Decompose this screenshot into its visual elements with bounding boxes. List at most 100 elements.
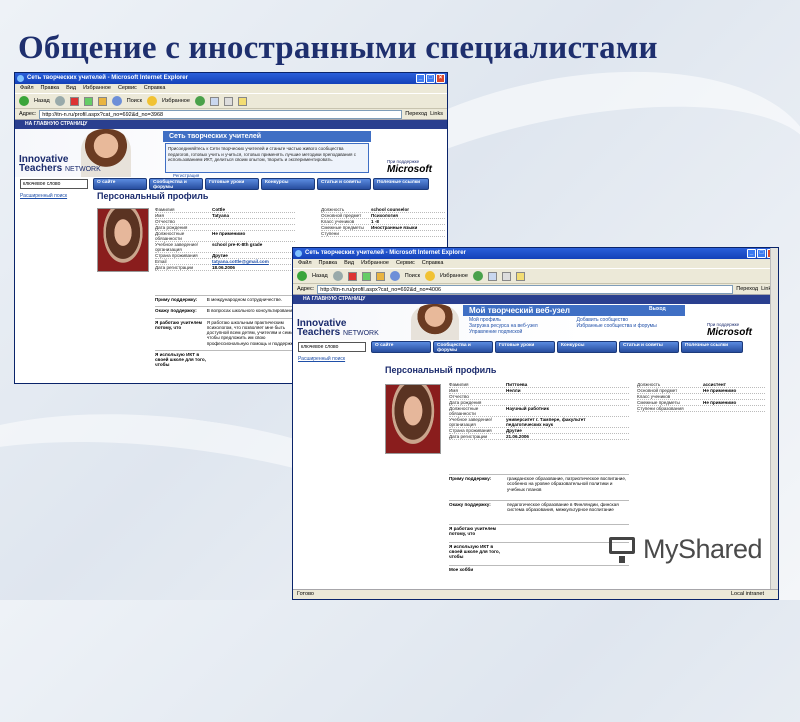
favorite-communities-link[interactable]: Избранные сообщества и форумы xyxy=(577,323,680,329)
search-input[interactable]: ключевое слово xyxy=(20,179,88,189)
menu-edit[interactable]: Правка xyxy=(319,259,338,268)
address-field[interactable]: http://itn-n.ru/profil.aspx?cat_no=692&d… xyxy=(39,109,403,119)
nav-contests[interactable]: Конкурсы xyxy=(261,178,315,190)
search-icon[interactable] xyxy=(111,96,122,106)
back-button[interactable]: Назад xyxy=(34,98,50,104)
home-link[interactable]: НА ГЛАВНУЮ СТРАНИЦУ xyxy=(15,120,447,129)
favorites-button[interactable]: Избранное xyxy=(162,98,190,104)
registration-link[interactable]: Регистрация xyxy=(173,173,199,178)
question-row: Мое хобби xyxy=(449,565,629,572)
nav-links[interactable]: Полезные ссылки xyxy=(373,178,429,190)
menu-tools[interactable]: Сервис xyxy=(118,84,137,93)
links-button[interactable]: Links xyxy=(430,111,443,117)
back-arrow-icon[interactable] xyxy=(297,271,307,281)
close-icon[interactable]: × xyxy=(436,74,445,83)
window-titlebar[interactable]: Сеть творческих учителей - Microsoft Int… xyxy=(293,248,778,259)
print-icon[interactable] xyxy=(223,96,233,106)
scrollbar[interactable] xyxy=(770,248,778,599)
home-icon[interactable] xyxy=(375,271,385,281)
status-text: Готово xyxy=(297,591,314,597)
refresh-icon[interactable] xyxy=(83,96,93,106)
advanced-search-link[interactable]: Расширенный поиск xyxy=(298,356,778,362)
question-row: Приму поддержку: В международном сотрудни… xyxy=(155,295,305,302)
banner-text: Присоединяйтесь к Сети творческих учител… xyxy=(165,143,369,173)
subscription-link[interactable]: Управление подпиской xyxy=(469,329,572,335)
slide-title: Общение с иностранными специалистами xyxy=(18,30,658,66)
stop-icon[interactable] xyxy=(347,271,357,281)
profile-fields: Фамилия Cottle Имя Tatyana Отчество Дата р… xyxy=(155,207,295,271)
go-button[interactable]: Переход xyxy=(405,111,427,117)
menu-tools[interactable]: Сервис xyxy=(396,259,415,268)
search-input[interactable]: ключевое слово xyxy=(298,342,366,352)
mail-icon[interactable] xyxy=(487,271,497,281)
profile-photo xyxy=(97,208,149,272)
refresh-icon[interactable] xyxy=(361,271,371,281)
menu-view[interactable]: Вид xyxy=(344,259,354,268)
nav-contests[interactable]: Конкурсы xyxy=(557,341,617,353)
mail-icon[interactable] xyxy=(209,96,219,106)
forward-arrow-icon[interactable] xyxy=(332,271,343,281)
media-icon[interactable] xyxy=(194,96,205,106)
window-titlebar[interactable]: Сеть творческих учителей - Microsoft Int… xyxy=(15,73,447,84)
nav-links[interactable]: Полезные ссылки xyxy=(681,341,743,353)
stop-icon[interactable] xyxy=(69,96,79,106)
home-icon[interactable] xyxy=(97,96,107,106)
print-icon[interactable] xyxy=(501,271,511,281)
search-button[interactable]: Поиск xyxy=(127,98,142,104)
address-label: Адрес: xyxy=(19,111,37,117)
menu-favorites[interactable]: Избранное xyxy=(83,84,111,93)
advanced-search-link[interactable]: Расширенный поиск xyxy=(20,193,447,199)
exit-button[interactable]: Выход xyxy=(649,306,666,312)
question-row: Окажу поддержку: педагогическое образован… xyxy=(449,499,629,513)
nav-communities[interactable]: Сообщества и форумы xyxy=(433,341,493,353)
minimize-icon[interactable]: _ xyxy=(747,249,756,258)
profile-fields: Фамилия Питтоева Имя Нелли Отчество Дата р… xyxy=(449,382,629,440)
page-content: НА ГЛАВНУЮ СТРАНИЦУ Innovative Teachers … xyxy=(293,295,778,362)
go-button[interactable]: Переход xyxy=(736,286,758,292)
nav-articles[interactable]: Статьи и советы xyxy=(317,178,371,190)
maximize-icon[interactable]: □ xyxy=(757,249,766,258)
maximize-icon[interactable]: □ xyxy=(426,74,435,83)
back-arrow-icon[interactable] xyxy=(19,96,29,106)
itn-logo[interactable]: Innovative Teachers NETWORK xyxy=(19,155,101,174)
nav-about[interactable]: О сайте xyxy=(371,341,431,353)
menu-file[interactable]: Файл xyxy=(298,259,312,268)
media-icon[interactable] xyxy=(472,271,483,281)
search-icon[interactable] xyxy=(389,271,400,281)
itn-logo[interactable]: Innovative Teachers NETWORK xyxy=(297,319,379,338)
microsoft-logo: При поддержке Microsoft xyxy=(387,159,432,175)
field-row: Должностные обязанности Научный работник xyxy=(449,406,629,417)
banner-links: Мой профиль Загрузка ресурса на веб-узел… xyxy=(469,317,679,335)
nav-row: ключевое слово О сайте Сообщества и фору… xyxy=(15,177,447,191)
favorites-button[interactable]: Избранное xyxy=(440,273,468,279)
menu-view[interactable]: Вид xyxy=(66,84,76,93)
field-row: Учебное заведение/организация school pre-… xyxy=(155,242,295,253)
menu-edit[interactable]: Правка xyxy=(41,84,60,93)
favorites-star-icon[interactable] xyxy=(425,271,436,281)
folder-icon[interactable] xyxy=(515,271,525,281)
email-link[interactable]: tatyana.cottle@gmail.com xyxy=(212,259,269,264)
folder-icon[interactable] xyxy=(237,96,247,106)
presentation-icon xyxy=(607,532,639,566)
address-label: Адрес: xyxy=(297,286,315,292)
nav-articles[interactable]: Статьи и советы xyxy=(619,341,679,353)
nav-lessons[interactable]: Готовые уроки xyxy=(495,341,555,353)
search-button[interactable]: Поиск xyxy=(405,273,420,279)
field-row: Ступени образования xyxy=(637,406,765,412)
menu-file[interactable]: Файл xyxy=(20,84,34,93)
menu-help[interactable]: Справка xyxy=(144,84,166,93)
minimize-icon[interactable]: _ xyxy=(416,74,425,83)
banner-photo xyxy=(411,304,459,340)
menu-favorites[interactable]: Избранное xyxy=(361,259,389,268)
nav-lessons[interactable]: Готовые уроки xyxy=(205,178,259,190)
question-row: Приму поддержку: гражданское образование,… xyxy=(449,474,629,492)
home-link[interactable]: НА ГЛАВНУЮ СТРАНИЦУ xyxy=(293,295,778,304)
favorites-star-icon[interactable] xyxy=(147,96,158,106)
back-button[interactable]: Назад xyxy=(312,273,328,279)
forward-arrow-icon[interactable] xyxy=(54,96,65,106)
address-field[interactable]: http://itn-n.ru/profil.aspx?cat_no=692&d… xyxy=(317,284,734,294)
menu-help[interactable]: Справка xyxy=(422,259,444,268)
nav-communities[interactable]: Сообщества и форумы xyxy=(149,178,203,190)
nav-about[interactable]: О сайте xyxy=(93,178,147,190)
profile-title: Персональный профиль xyxy=(385,365,497,375)
